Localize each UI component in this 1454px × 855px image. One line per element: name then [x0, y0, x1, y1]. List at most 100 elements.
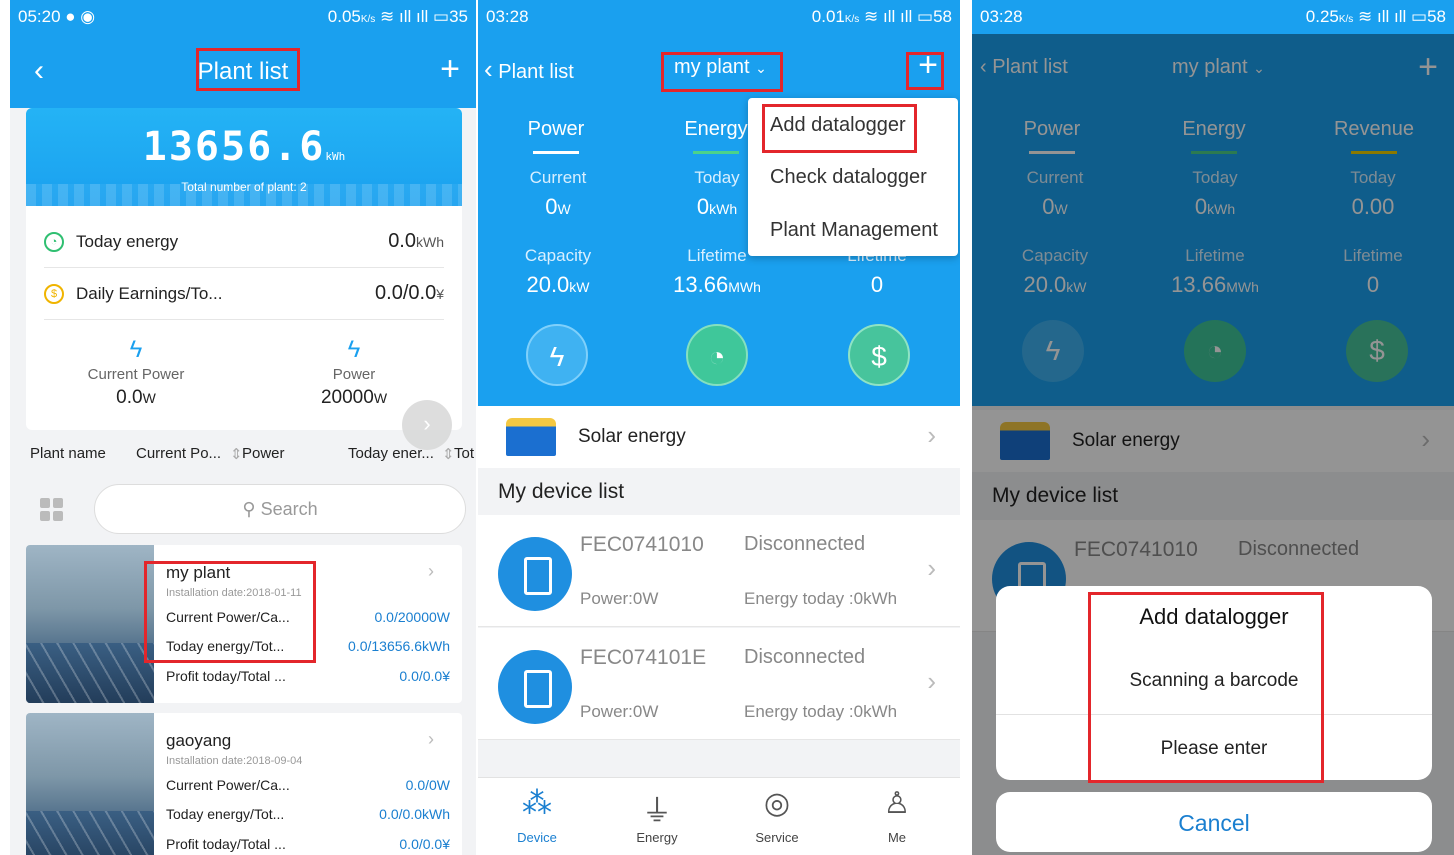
screen-add-datalogger: 03:28 0.25K/s ≋ ıll ıll ▭58 ‹ Plant list… [972, 0, 1454, 855]
status-net-unit: K/s [360, 14, 376, 25]
status-battery: 58 [933, 7, 952, 26]
device-row[interactable]: FEC074101E Disconnected Power:0W Energy … [478, 628, 960, 740]
plant-name: gaoyang [166, 731, 232, 750]
service-icon: ◎ [763, 787, 791, 820]
menu-plant-management[interactable]: Plant Management [770, 219, 938, 242]
device-serial: FEC0741010 [580, 533, 704, 556]
col-total[interactable]: Tot [454, 445, 474, 462]
stat-unit: kW [569, 279, 590, 295]
today-energy-number: 0.0 [388, 230, 416, 252]
chevron-right-icon: › [927, 666, 936, 696]
grid-view-icon[interactable] [40, 498, 64, 522]
stat-number: 13.66 [673, 272, 729, 297]
solar-energy-row[interactable]: Solar energy › [478, 406, 960, 468]
plant-line: Profit today/Total ... 0.0/0.0¥ [166, 836, 450, 852]
stat-number: 0 [696, 194, 710, 219]
daily-earnings-label: Daily Earnings/To... [76, 283, 223, 303]
tab-me-label: Me [887, 830, 907, 845]
plant-line-value: 0.0/0W [405, 777, 450, 793]
stat-value: 0 [870, 272, 884, 297]
stat-value: 13.66MWh [642, 272, 792, 298]
search-placeholder: Search [260, 499, 318, 519]
add-menu: Add datalogger Check datalogger Plant Ma… [748, 98, 958, 256]
status-net-speed: 0.05 [327, 7, 361, 26]
tab-energy-bottom-label: Energy [636, 830, 678, 845]
today-energy-label: Today energy [76, 231, 179, 251]
back-icon: ‹ [484, 54, 493, 84]
status-net-speed: 0.01 [811, 7, 845, 26]
back-button[interactable]: ‹ Plant list [484, 54, 574, 85]
dollar-icon[interactable]: $ [848, 324, 910, 386]
plug-icon: ⏚ [642, 795, 672, 828]
status-time: 03:28 [980, 7, 1023, 26]
power-icon: ϟ [347, 336, 361, 363]
chart-icon[interactable]: ◔ [686, 324, 748, 386]
today-energy-unit: kWh [416, 234, 444, 250]
sheet-title: Add datalogger [1139, 604, 1289, 629]
col-plant-name[interactable]: Plant name [30, 445, 106, 462]
plant-line-value: 0.0/0.0kWh [379, 806, 450, 822]
current-power-unit: W [142, 390, 156, 406]
divider [996, 714, 1432, 715]
tab-energy-bottom[interactable]: ⏚ Energy [612, 786, 702, 845]
add-icon[interactable]: + [440, 50, 460, 89]
daily-earnings-unit: ¥ [436, 286, 444, 302]
menu-check-datalogger[interactable]: Check datalogger [770, 166, 927, 189]
plant-card-my-plant[interactable]: my plant Installation date:2018-01-11 Cu… [26, 545, 462, 703]
stat-number: 20.0 [526, 272, 570, 297]
total-plant-count: Total number of plant: 2 [181, 180, 307, 194]
status-time: 03:28 [486, 7, 529, 26]
total-energy-unit: kWh [325, 150, 346, 163]
status-time: 05:20 [18, 7, 61, 26]
tab-device[interactable]: ⁂ Device [492, 786, 582, 845]
chevron-right-icon: › [428, 729, 434, 749]
plant-name: my plant [166, 563, 231, 582]
plant-card-gaoyang[interactable]: gaoyang Installation date:2018-09-04 Cur… [26, 713, 462, 855]
device-row[interactable]: FEC0741010 Disconnected Power:0W Energy … [478, 515, 960, 627]
plant-line-label: Current Power/Ca... [166, 777, 290, 793]
power-unit: W [373, 390, 388, 406]
status-bar: 05:20 ● ◉ 0.05K/s ≋ ıll ıll ▭35 [10, 0, 476, 34]
menu-add-datalogger[interactable]: Add datalogger [770, 114, 906, 137]
energy-banner: 13656.6kWh Total number of plant: 2 [26, 108, 462, 206]
scan-barcode-option[interactable]: Scanning a barcode [996, 670, 1432, 692]
plant-selector[interactable]: my plant ⌄ [674, 56, 767, 79]
col-power[interactable]: Power [242, 445, 285, 462]
tab-power[interactable]: Power [496, 118, 616, 154]
summary-card: 13656.6kWh Total number of plant: 2 ◔ To… [26, 108, 462, 430]
daily-earnings-number: 0.0/0.0 [375, 282, 437, 304]
tab-me[interactable]: ♙ Me [852, 786, 942, 845]
sort-icon: ⇕ [442, 446, 455, 463]
chevron-right-icon: › [927, 420, 936, 450]
device-power: Power:0W [580, 589, 659, 608]
chevron-right-icon: › [428, 561, 434, 581]
plant-line: Current Power/Ca... 0.0/20000W [166, 609, 450, 625]
tab-energy-label: Energy [684, 118, 748, 140]
money-icon: $ [44, 283, 64, 304]
status-net-unit: K/s [844, 14, 860, 25]
daily-earnings-row: $ Daily Earnings/To... 0.0/0.0¥ [44, 268, 444, 320]
plant-line-label: Current Power/Ca... [166, 609, 290, 625]
please-enter-option[interactable]: Please enter [996, 738, 1432, 760]
stat-unit: kWh [709, 201, 738, 217]
col-today-energy[interactable]: Today ener... [348, 445, 434, 462]
stat-label: Current [529, 168, 587, 187]
lightning-icon[interactable]: ϟ [526, 324, 588, 386]
device-energy-today: Energy today :0kWh [744, 702, 898, 721]
plant-photo [26, 713, 154, 855]
nav-bar: ‹ Plant list my plant ⌄ + [478, 34, 960, 106]
tab-underline [533, 151, 579, 154]
plant-line-value: 0.0/13656.6kWh [348, 638, 450, 654]
bottom-tab-bar: ⁂ Device ⏚ Energy ◎ Service ♙ Me [478, 777, 960, 855]
tab-service[interactable]: ◎ Service [732, 786, 822, 845]
search-input[interactable]: ⚲ Search [94, 484, 466, 534]
total-energy: 13656.6kWh [26, 124, 462, 170]
col-current-power[interactable]: Current Po... [136, 445, 221, 462]
add-icon[interactable]: + [918, 46, 938, 85]
cancel-button[interactable]: Cancel [996, 810, 1432, 837]
status-bar: 03:28 0.25K/s ≋ ıll ıll ▭58 [972, 0, 1454, 34]
next-arrow-button[interactable]: › [402, 400, 452, 450]
plant-line-label: Today energy/Tot... [166, 638, 285, 654]
tab-device-label: Device [517, 830, 557, 845]
device-serial: FEC074101E [580, 646, 707, 669]
